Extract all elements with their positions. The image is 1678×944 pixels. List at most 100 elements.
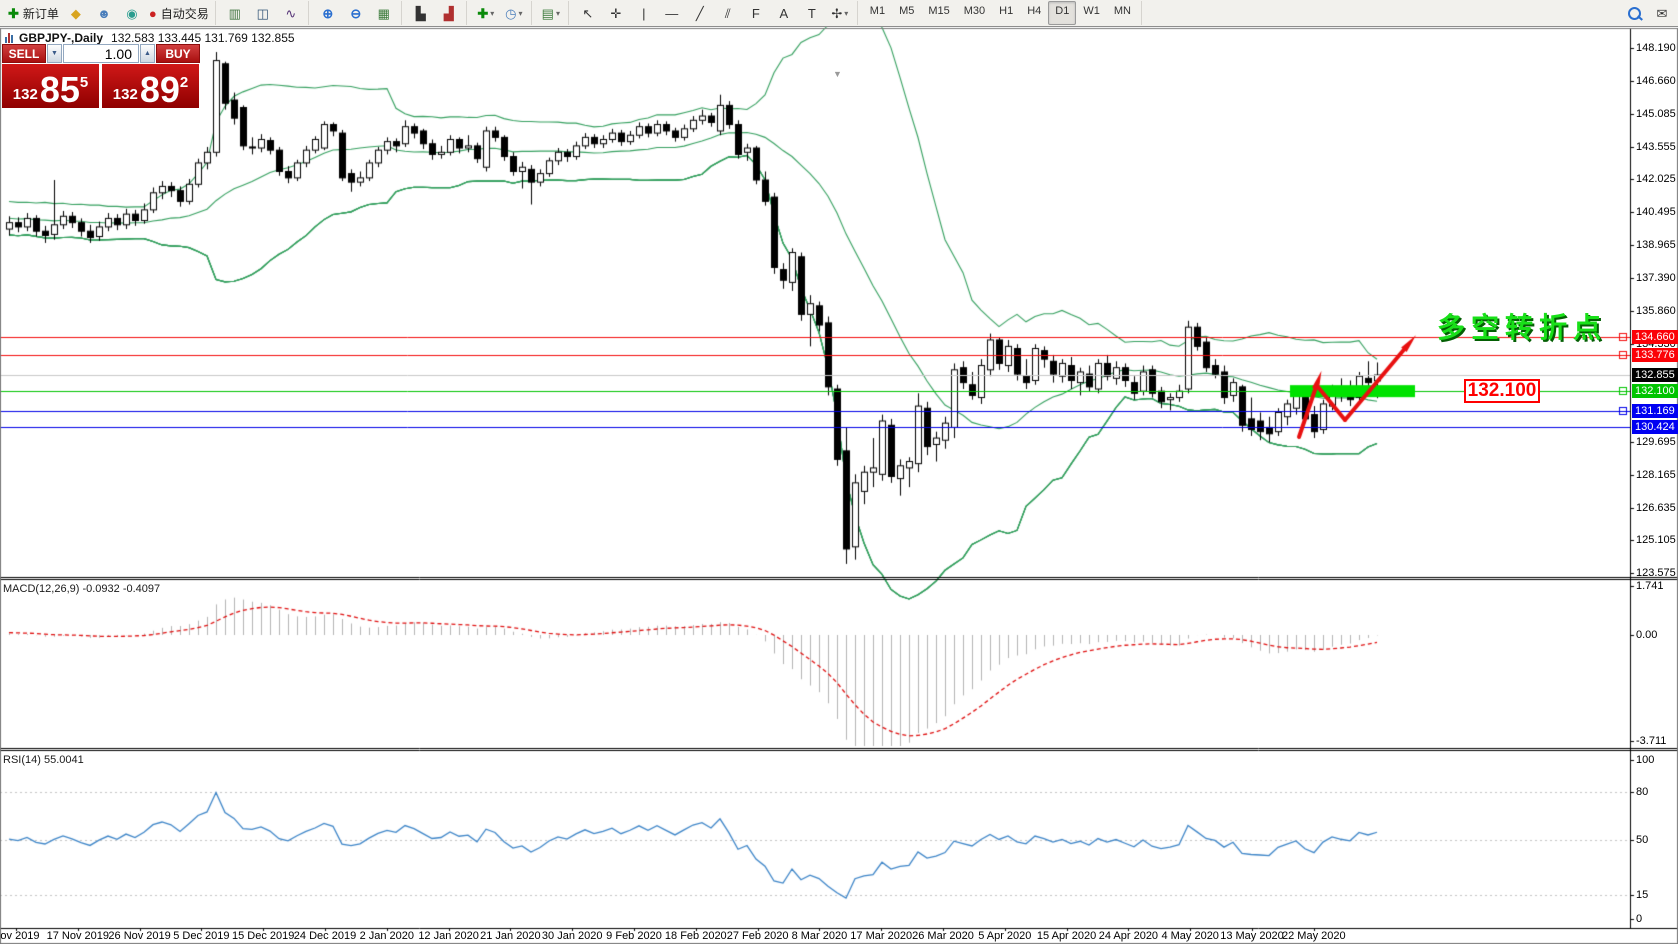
arrange-horizontal-button[interactable]: ▙ — [407, 1, 435, 25]
arrange-vertical-button-icon: ▟ — [444, 7, 454, 20]
profile-button-icon: ☻ — [97, 7, 111, 20]
bar-chart-button-icon: ▥ — [229, 7, 241, 20]
x-axis-date-label: 26 Mar 2020 — [912, 930, 974, 942]
fibo-button[interactable]: F — [742, 1, 770, 25]
new-chart-button-icon: ✚ — [477, 7, 488, 20]
x-axis-date-label: 15 Dec 2019 — [232, 930, 294, 942]
buy-price-display[interactable]: 132 89 2 — [102, 64, 199, 108]
zoom-in-button[interactable]: ⊕ — [314, 1, 342, 25]
x-axis-date-label: 22 May 2020 — [1282, 930, 1346, 942]
fibo-button-icon: F — [752, 7, 760, 20]
tf-w1-label: W1 — [1083, 5, 1100, 17]
x-axis-date-label: 24 Apr 2020 — [1099, 930, 1158, 942]
autotrade-button[interactable]: ●自动交易 — [146, 1, 212, 25]
shapes-button[interactable]: ✢▾ — [826, 1, 854, 25]
indicators-button-icon: ▤ — [542, 7, 554, 20]
period-clock-button-icon: ◷ — [505, 7, 516, 20]
indicators-button[interactable]: ▤▾ — [537, 1, 565, 25]
y-axis-price-chip: 132.855 — [1632, 368, 1678, 382]
chart-canvas[interactable] — [0, 0, 1678, 944]
buy-price-point: 2 — [180, 66, 188, 100]
x-axis-date-label: 5 Dec 2019 — [173, 930, 229, 942]
panel-collapse-caret[interactable]: ▼ — [833, 69, 842, 79]
tf-mn[interactable]: MN — [1107, 1, 1138, 25]
new-order-button-label: 新订单 — [23, 5, 59, 22]
x-axis-date-label: 5 Apr 2020 — [978, 930, 1031, 942]
chat-button[interactable]: ✉ — [1648, 1, 1676, 25]
y-axis-tick: 126.635 — [1636, 502, 1676, 514]
zoom-out-button[interactable]: ⊖ — [342, 1, 370, 25]
tf-h4[interactable]: H4 — [1020, 1, 1048, 25]
y-axis-tick: 148.190 — [1636, 42, 1676, 54]
tf-h1-label: H1 — [999, 5, 1013, 17]
buy-price-figure: 132 — [113, 85, 138, 105]
macd-axis-tick: 1.741 — [1636, 580, 1664, 592]
y-axis-tick: 143.555 — [1636, 141, 1676, 153]
new-chart-button[interactable]: ✚▾ — [472, 1, 500, 25]
chart-window-icon — [5, 33, 15, 43]
text-button[interactable]: A — [770, 1, 798, 25]
tf-d1-label: D1 — [1055, 5, 1069, 17]
tf-m30[interactable]: M30 — [957, 1, 992, 25]
rsi-axis-tick: 50 — [1636, 834, 1648, 846]
x-axis-date-label: 24 Dec 2019 — [294, 930, 356, 942]
volume-input[interactable]: 1.00 — [63, 44, 139, 63]
search-icon — [1628, 7, 1641, 20]
buy-button[interactable]: BUY — [156, 44, 200, 63]
label-button[interactable]: T — [798, 1, 826, 25]
sell-price-display[interactable]: 132 85 5 — [2, 64, 99, 108]
bar-chart-button[interactable]: ▥ — [221, 1, 249, 25]
tf-h1[interactable]: H1 — [992, 1, 1020, 25]
y-axis-price-chip: 133.776 — [1632, 348, 1678, 362]
cn-annotation-text[interactable]: 多空转折点 — [1437, 306, 1607, 346]
y-axis-price-chip: 132.100 — [1632, 384, 1678, 398]
hline-button[interactable]: — — [658, 1, 686, 25]
zoom-out-button-icon: ⊖ — [350, 7, 361, 20]
tf-d1[interactable]: D1 — [1048, 1, 1076, 25]
chevron-down-icon: ▾ — [490, 9, 494, 18]
search-button[interactable] — [1620, 1, 1648, 25]
tf-m5[interactable]: M5 — [892, 1, 921, 25]
channel-button[interactable]: ⫽ — [714, 1, 742, 25]
volume-decrement-button[interactable]: ▼ — [47, 44, 62, 63]
y-axis-tick: 128.165 — [1636, 469, 1676, 481]
line-chart-button-icon: ∿ — [285, 7, 296, 20]
one-click-trade-panel: SELL ▼ 1.00 ▲ BUY 132 85 5 132 89 2 — [2, 44, 200, 108]
line-chart-button[interactable]: ∿ — [277, 1, 305, 25]
y-axis-tick: 129.695 — [1636, 436, 1676, 448]
vline-button[interactable]: | — [630, 1, 658, 25]
x-axis-date-label: 15 Apr 2020 — [1037, 930, 1096, 942]
tile-windows-button-icon: ▦ — [378, 7, 390, 20]
new-order-button[interactable]: ✚新订单 — [5, 1, 62, 25]
tf-w1[interactable]: W1 — [1076, 1, 1107, 25]
tf-m1[interactable]: M1 — [863, 1, 892, 25]
arrange-horizontal-button-icon: ▙ — [416, 7, 426, 20]
x-axis-date-label: 30 Jan 2020 — [542, 930, 603, 942]
sell-button[interactable]: SELL — [2, 44, 46, 63]
sell-price-pips: 85 — [40, 75, 80, 105]
price-flag-132100[interactable]: 132.100 — [1464, 379, 1540, 403]
y-axis-tick: 135.860 — [1636, 305, 1676, 317]
x-axis-date-label: 13 May 2020 — [1220, 930, 1284, 942]
volume-increment-button[interactable]: ▲ — [140, 44, 155, 63]
signals-button[interactable]: ◉ — [118, 1, 146, 25]
candle-chart-button[interactable]: ◫ — [249, 1, 277, 25]
y-axis-tick: 142.025 — [1636, 173, 1676, 185]
symbol-label: GBPJPY-,Daily — [19, 31, 103, 45]
y-axis-tick: 125.105 — [1636, 534, 1676, 546]
cursor-button[interactable]: ↖ — [574, 1, 602, 25]
history-box-button[interactable]: ◆ — [62, 1, 90, 25]
tile-windows-button[interactable]: ▦ — [370, 1, 398, 25]
period-clock-button[interactable]: ◷▾ — [500, 1, 528, 25]
tf-m15[interactable]: M15 — [921, 1, 956, 25]
y-axis-price-chip: 134.660 — [1632, 330, 1678, 344]
x-axis-date-label: 2 Jan 2020 — [360, 930, 414, 942]
x-axis-date-label: 27 Feb 2020 — [727, 930, 789, 942]
trendline-button[interactable]: ╱ — [686, 1, 714, 25]
profile-button[interactable]: ☻ — [90, 1, 118, 25]
macd-axis-tick: -3.711 — [1636, 735, 1666, 747]
arrange-vertical-button[interactable]: ▟ — [435, 1, 463, 25]
crosshair-button[interactable]: ✛ — [602, 1, 630, 25]
buy-price-pips: 89 — [140, 75, 180, 105]
macd-axis-tick: 0.00 — [1636, 629, 1657, 641]
